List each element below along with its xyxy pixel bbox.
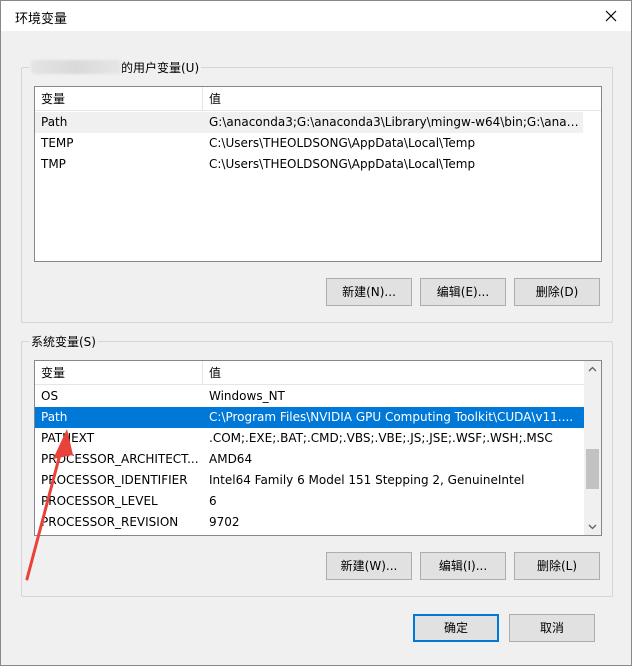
- table-row[interactable]: TEMP C:\Users\THEOLDSONG\AppData\Local\T…: [35, 133, 583, 154]
- column-header-value[interactable]: 值: [203, 87, 601, 111]
- table-row[interactable]: Path G:\anaconda3;G:\anaconda3\Library\m…: [35, 112, 583, 133]
- ok-button[interactable]: 确定: [413, 614, 499, 642]
- table-row-selected[interactable]: Path C:\Program Files\NVIDIA GPU Computi…: [35, 407, 584, 428]
- variable-name: PROCESSOR_ARCHITECT...: [41, 452, 199, 466]
- variable-value: C:\Program Files\NVIDIA GPU Computing To…: [209, 410, 574, 424]
- close-button[interactable]: [601, 6, 621, 26]
- table-row[interactable]: PROCESSOR_LEVEL 6: [35, 491, 584, 512]
- system-variables-list[interactable]: 变量 值 OS Windows_NT Path C:\Program Files…: [34, 360, 602, 536]
- system-variables-group: 系统变量(S) 变量 值 OS Windows_NT Path C:\Progr…: [21, 333, 613, 597]
- variable-value: Intel64 Family 6 Model 151 Stepping 2, G…: [209, 473, 525, 487]
- variable-name: Path: [41, 115, 68, 129]
- variable-name: Path: [41, 410, 68, 424]
- table-row[interactable]: PROCESSOR_ARCHITECT... AMD64: [35, 449, 584, 470]
- table-row[interactable]: TMP C:\Users\THEOLDSONG\AppData\Local\Te…: [35, 154, 583, 175]
- system-delete-button[interactable]: 删除(L): [514, 552, 600, 580]
- variable-value: AMD64: [209, 452, 253, 466]
- close-icon: [605, 10, 617, 22]
- table-row[interactable]: PROCESSOR_REVISION 9702: [35, 512, 584, 533]
- column-header-name[interactable]: 变量: [35, 361, 203, 385]
- user-variables-list[interactable]: 变量 值 Path G:\anaconda3;G:\anaconda3\Libr…: [34, 86, 602, 262]
- variable-name: OS: [41, 389, 59, 403]
- variable-value: 9702: [209, 515, 240, 529]
- variable-name: TMP: [41, 157, 66, 171]
- cancel-button[interactable]: 取消: [509, 614, 595, 642]
- variable-value: C:\Users\THEOLDSONG\AppData\Local\Temp: [209, 157, 476, 171]
- variable-value: .COM;.EXE;.BAT;.CMD;.VBS;.VBE;.JS;.JSE;.…: [209, 431, 553, 445]
- variable-value: 6: [209, 494, 217, 508]
- variable-name: PROCESSOR_REVISION: [41, 515, 179, 529]
- table-row[interactable]: PROCESSOR_IDENTIFIER Intel64 Family 6 Mo…: [35, 470, 584, 491]
- redacted-username: [31, 60, 121, 74]
- environment-variables-dialog: 环境变量 的用户变量(U) 变量 值 Path G:\anaconda3;G:\…: [0, 0, 632, 666]
- table-row[interactable]: PATHEXT .COM;.EXE;.BAT;.CMD;.VBS;.VBE;.J…: [35, 428, 584, 449]
- variable-name: PROCESSOR_LEVEL: [41, 494, 158, 508]
- user-delete-button[interactable]: 删除(D): [514, 278, 600, 306]
- variable-name: PROCESSOR_IDENTIFIER: [41, 473, 188, 487]
- title-bar: 环境变量: [1, 1, 631, 31]
- user-new-button[interactable]: 新建(N)...: [326, 278, 412, 306]
- system-variables-legend: 系统变量(S): [29, 333, 98, 350]
- column-header-value[interactable]: 值: [203, 361, 584, 385]
- window-title: 环境变量: [15, 12, 68, 27]
- vertical-scrollbar[interactable]: [584, 361, 601, 535]
- system-new-button[interactable]: 新建(W)...: [326, 552, 412, 580]
- variable-value: G:\anaconda3;G:\anaconda3\Library\mingw-…: [209, 115, 583, 129]
- variable-name: TEMP: [41, 136, 74, 150]
- list-header: 变量 值: [35, 361, 584, 385]
- scroll-thumb[interactable]: [586, 449, 599, 489]
- system-edit-button[interactable]: 编辑(I)...: [420, 552, 506, 580]
- column-header-name[interactable]: 变量: [35, 87, 203, 111]
- chevron-up-icon: [588, 366, 597, 372]
- user-variables-group: 的用户变量(U) 变量 值 Path G:\anaconda3;G:\anaco…: [21, 59, 613, 323]
- chevron-down-icon: [588, 524, 597, 530]
- user-edit-button[interactable]: 编辑(E)...: [420, 278, 506, 306]
- scroll-up-button[interactable]: [584, 361, 601, 378]
- scroll-down-button[interactable]: [584, 518, 601, 535]
- table-row[interactable]: OS Windows_NT: [35, 386, 584, 407]
- variable-value: Windows_NT: [209, 389, 285, 403]
- user-variables-legend: 的用户变量(U): [29, 59, 202, 76]
- variable-name: PATHEXT: [41, 431, 95, 445]
- variable-value: C:\Users\THEOLDSONG\AppData\Local\Temp: [209, 136, 476, 150]
- list-header: 变量 值: [35, 87, 601, 111]
